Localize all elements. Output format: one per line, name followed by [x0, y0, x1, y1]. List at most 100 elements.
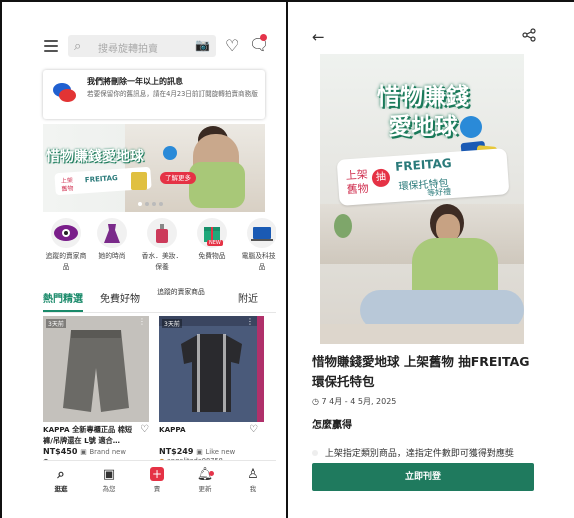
listing-title: KAPPA 全新專櫃正品 棉短褲/吊牌還在 L號 適合… — [43, 425, 133, 445]
gift-icon: NEW — [197, 218, 227, 248]
listing-card[interactable]: 3天前 ⋮ KAPPA ♡ NT$249 ▣ Like new ● angeli… — [159, 316, 264, 465]
listing-price-value: NT$450 — [43, 447, 78, 456]
nav-label: 逛逛 — [54, 485, 68, 493]
condition-icon: ▣ — [196, 448, 203, 456]
listing-price: NT$249 ▣ Like new — [159, 447, 264, 456]
tab-featured[interactable]: 熱門精選 — [43, 290, 83, 305]
nav-me[interactable]: ♙ 我 — [235, 467, 271, 493]
tote-bag-icon — [131, 172, 147, 190]
listing-age: 3天前 — [46, 319, 66, 328]
home-screen: ⌕ 搜尋旋轉拍賣 📷 ♡ 🗨 我們將刪除一年以上的訊息 若要保留你的舊訊息，請在… — [14, 2, 276, 518]
category-tech[interactable]: 電腦及科技產品 — [239, 218, 276, 273]
nav-explore[interactable]: ⌕ 逛逛 — [43, 467, 79, 493]
carousel-dots — [138, 202, 163, 206]
listing-image[interactable]: 3天前 ⋮ — [43, 316, 149, 422]
listing-title: KAPPA — [159, 425, 186, 434]
notice-title: 我們將刪除一年以上的訊息 — [87, 77, 183, 86]
menu-icon[interactable] — [44, 40, 58, 52]
bullet-icon — [312, 450, 318, 456]
tab-followed-sellers[interactable]: 追蹤的賣家商品 — [153, 288, 209, 297]
hero-gift-more: 等好禮 — [426, 187, 452, 198]
category-label: 電腦及科技產品 — [241, 252, 276, 271]
frame-divider — [286, 0, 288, 518]
more-options-icon[interactable]: ⋮ — [246, 317, 254, 326]
dress-icon — [97, 218, 127, 248]
laptop-icon — [247, 218, 276, 248]
campaign-date: ◷ 7 4月 - 4 5月, 2025 — [312, 396, 396, 407]
profile-icon: ♙ — [247, 467, 259, 482]
heart-icon[interactable]: ♡ — [225, 36, 239, 55]
nav-label: 賣 — [153, 485, 161, 493]
hero-prize-tag: 上架 舊物 抽 FREITAG 環保托特包 等好禮 — [336, 148, 510, 206]
tab-nearby[interactable]: 附近 — [233, 290, 263, 305]
condition-icon: ▣ — [80, 448, 87, 456]
listing-price-value: NT$249 — [159, 447, 194, 456]
banner-brand: FREITAG — [84, 173, 119, 185]
nav-for-you[interactable]: ▣ 為您 — [91, 467, 127, 493]
plant-illustration — [334, 214, 352, 238]
nav-updates[interactable]: 🔔︎ 更新 — [187, 467, 223, 493]
campaign-date-text: 7 4月 - 4 5月, 2025 — [321, 397, 397, 406]
how-to-win-body: 上架指定類別商品，達指定件數即可獲得對應獎 — [312, 446, 540, 459]
like-icon[interactable]: ♡ — [140, 424, 149, 435]
frame-border-left — [0, 0, 2, 518]
listing-card[interactable]: 3天前 ⋮ KAPPA 全新專櫃正品 棉短褲/吊牌還在 L號 適合… ♡ NT$… — [43, 316, 149, 465]
nav-sell[interactable]: + 賣 — [139, 467, 175, 493]
search-icon: ⌕ — [57, 467, 65, 482]
learn-more-button[interactable]: 了解更多 — [160, 172, 196, 184]
canvas: ⌕ 搜尋旋轉拍賣 📷 ♡ 🗨 我們將刪除一年以上的訊息 若要保留你的舊訊息，請在… — [0, 0, 574, 518]
listing-image[interactable]: 3天前 ⋮ — [159, 316, 264, 422]
listing-age: 3天前 — [162, 319, 182, 328]
camera-icon[interactable]: 📷 — [195, 38, 210, 52]
for-you-icon: ▣ — [102, 467, 116, 482]
listing-condition: Like new — [205, 448, 236, 456]
clock-icon: ◷ — [312, 397, 319, 406]
how-to-win-text: 上架指定類別商品，達指定件數即可獲得對應獎 — [324, 449, 514, 459]
search-icon: ⌕ — [74, 39, 82, 54]
new-badge: NEW — [207, 240, 223, 246]
banner-line2: 舊物 — [61, 185, 74, 193]
category-row: 追蹤的賣家商品 她的時尚 香水．美妝．保養 NEW 免費物品 電腦及科技 品 — [43, 218, 276, 278]
category-free-items[interactable]: NEW 免費物品 — [189, 218, 235, 262]
back-arrow-icon[interactable]: ← — [312, 28, 325, 46]
earth-icon — [460, 116, 482, 138]
notification-dot — [260, 34, 267, 41]
tabs-divider — [43, 312, 276, 313]
bottom-nav: ⌕ 逛逛 ▣ 為您 + 賣 🔔︎ 更新 ♙ 我 — [43, 460, 276, 496]
category-label: 免費物品 — [198, 252, 226, 260]
category-label: 她的時尚 — [98, 252, 126, 260]
banner-person-shirt — [189, 162, 245, 208]
nav-label: 為您 — [102, 485, 116, 493]
hero-counter — [320, 324, 524, 344]
chat-bubbles-icon-red — [59, 89, 76, 102]
hero-tag-line2: 舊物 — [346, 181, 370, 197]
promo-banner[interactable]: 惜物賺錢愛地球 上架 舊物 FREITAG 了解更多 — [43, 124, 265, 212]
hero-title-line1: 惜物賺錢 — [377, 84, 469, 110]
category-label: 追蹤的賣家商品 — [45, 252, 87, 271]
hero-brand: FREITAG — [394, 155, 453, 174]
banner-title: 惜物賺錢愛地球 — [46, 149, 144, 165]
tab-free-goods[interactable]: 免費好物 — [95, 290, 145, 305]
list-now-button[interactable]: 立即刊登 — [312, 463, 534, 491]
listing-condition: Brand new — [89, 448, 126, 456]
draw-badge: 抽 — [371, 168, 391, 188]
notice-body: 若要保留你的舊訊息，請在4月23日前訂閱旋轉拍賣商務版 — [87, 90, 258, 98]
like-icon[interactable]: ♡ — [249, 424, 258, 435]
message-notice[interactable]: 我們將刪除一年以上的訊息 若要保留你的舊訊息，請在4月23日前訂閱旋轉拍賣商務版 — [43, 70, 265, 119]
eye-icon — [51, 218, 81, 248]
nav-label: 更新 — [198, 485, 212, 493]
share-icon[interactable] — [522, 28, 536, 46]
shorts-image — [43, 316, 149, 422]
category-her-fashion[interactable]: 她的時尚 — [89, 218, 135, 262]
campaign-title: 惜物賺錢愛地球 上架舊物 抽FREITAG環保托特包 — [312, 354, 530, 389]
tshirt-image — [159, 316, 264, 422]
more-options-icon[interactable]: ⋮ — [138, 317, 146, 326]
category-followed-sellers[interactable]: 追蹤的賣家商品 — [43, 218, 89, 273]
category-label: 香水．美妝．保養 — [141, 252, 183, 271]
search-bar[interactable]: ⌕ 搜尋旋轉拍賣 📷 — [68, 35, 216, 57]
how-to-win-heading: 怎麼贏得 — [312, 420, 352, 431]
category-beauty[interactable]: 香水．美妝．保養 — [139, 218, 185, 273]
campaign-hero-image: 惜物賺錢 愛地球 上架 舊物 抽 FREITAG 環保托特包 等好禮 — [320, 54, 524, 344]
perfume-icon — [147, 218, 177, 248]
bell-icon: 🔔︎ — [196, 467, 214, 482]
